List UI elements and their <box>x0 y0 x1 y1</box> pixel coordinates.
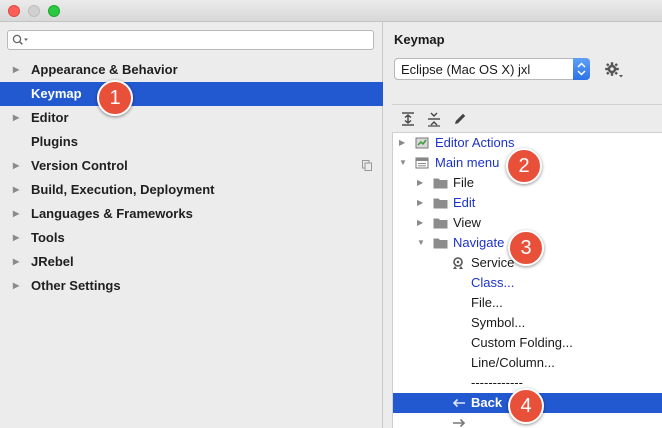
tree-row-label: Service <box>471 255 515 270</box>
sidebar-item-appearance-behavior[interactable]: ▶ Appearance & Behavior <box>0 58 383 82</box>
select-stepper-icon[interactable] <box>573 58 590 80</box>
sidebar-item-languages-frameworks[interactable]: ▶ Languages & Frameworks <box>0 202 383 226</box>
expand-arrow-icon[interactable]: ▶ <box>13 154 19 178</box>
callout-badge-1: 1 <box>97 80 133 116</box>
expand-arrow-icon[interactable]: ▶ <box>417 213 423 233</box>
sidebar-item-jrebel[interactable]: ▶ JRebel <box>0 250 383 274</box>
tree-row-symbol[interactable]: Symbol... <box>393 313 662 333</box>
keymap-select[interactable]: Eclipse (Mac OS X) jxl <box>394 58 590 80</box>
callout-badge-3: 3 <box>508 230 544 266</box>
tree-row-label: Main menu <box>435 155 500 170</box>
keymap-panel: Keymap Eclipse (Mac OS X) jxl ▶ Editor A… <box>384 22 662 428</box>
tree-row-label: Navigate <box>453 235 505 250</box>
sidebar-item-label: Tools <box>31 230 65 245</box>
tree-row-label: Line/Column... <box>471 355 555 370</box>
sidebar-item-plugins[interactable]: Plugins <box>0 130 383 154</box>
divider <box>392 104 662 105</box>
sidebar-item-label: Languages & Frameworks <box>31 206 193 221</box>
tree-row-label: View <box>453 215 481 230</box>
tree-row-label: Editor Actions <box>435 135 515 150</box>
tree-row-label: Custom Folding... <box>471 335 573 350</box>
service-icon <box>453 257 463 269</box>
sidebar-item-label: Appearance & Behavior <box>31 62 178 77</box>
sidebar-item-other-settings[interactable]: ▶ Other Settings <box>0 274 383 298</box>
back-arrow-icon <box>452 398 465 408</box>
folder-icon <box>433 218 448 229</box>
settings-search-input[interactable] <box>7 30 374 50</box>
zoom-window-button[interactable] <box>48 5 60 17</box>
tree-row-file[interactable]: File... <box>393 293 662 313</box>
search-icon <box>12 34 28 45</box>
sidebar-item-build-execution-deployment[interactable]: ▶ Build, Execution, Deployment <box>0 178 383 202</box>
expand-arrow-icon[interactable]: ▶ <box>13 178 19 202</box>
forward-arrow-icon <box>453 418 466 428</box>
tree-row-label: File... <box>471 295 503 310</box>
minimize-window-button[interactable] <box>28 5 40 17</box>
folder-icon <box>433 238 448 249</box>
sidebar-item-label: Build, Execution, Deployment <box>31 182 215 197</box>
tree-row-edit-menu[interactable]: ▶ Edit <box>393 193 662 213</box>
sidebar-item-version-control[interactable]: ▶ Version Control <box>0 154 383 178</box>
tree-row-label: Back <box>471 395 503 410</box>
tree-row-label: Symbol... <box>471 315 526 330</box>
expand-arrow-icon[interactable]: ▶ <box>13 250 19 274</box>
expand-arrow-icon[interactable]: ▶ <box>13 58 19 82</box>
callout-badge-2: 2 <box>506 148 542 184</box>
close-window-button[interactable] <box>8 5 20 17</box>
expand-arrow-icon[interactable]: ▶ <box>13 106 19 130</box>
tree-row-label: Edit <box>453 195 476 210</box>
keymap-select-value: Eclipse (Mac OS X) jxl <box>401 62 531 77</box>
settings-sidebar: ▶ Appearance & Behavior Keymap ▶ Editor … <box>0 22 383 428</box>
collapse-arrow-icon[interactable]: ▼ <box>399 153 407 173</box>
gear-icon[interactable] <box>604 61 624 79</box>
panel-title: Keymap <box>394 32 445 47</box>
collapse-all-icon[interactable] <box>426 111 442 127</box>
sidebar-item-keymap[interactable]: Keymap <box>0 82 383 106</box>
tree-row-label: Class... <box>471 275 515 290</box>
tree-row-custom-folding[interactable]: Custom Folding... <box>393 333 662 353</box>
folder-icon <box>433 178 448 189</box>
sidebar-item-editor[interactable]: ▶ Editor <box>0 106 383 130</box>
expand-arrow-icon[interactable]: ▶ <box>13 202 19 226</box>
project-settings-icon <box>362 160 372 171</box>
tree-row-class[interactable]: Class... <box>393 273 662 293</box>
expand-arrow-icon[interactable]: ▶ <box>417 173 423 193</box>
menu-icon <box>415 157 429 169</box>
folder-icon <box>433 198 448 209</box>
expand-arrow-icon[interactable]: ▶ <box>13 226 19 250</box>
sidebar-item-label: Editor <box>31 110 69 125</box>
sidebar-item-label: Version Control <box>31 158 128 173</box>
callout-badge-4: 4 <box>508 388 544 424</box>
expand-all-icon[interactable] <box>400 111 416 127</box>
sidebar-item-tools[interactable]: ▶ Tools <box>0 226 383 250</box>
sidebar-item-label: JRebel <box>31 254 74 269</box>
sidebar-item-label: Keymap <box>31 86 82 101</box>
tree-row-line-column[interactable]: Line/Column... <box>393 353 662 373</box>
edit-pencil-icon[interactable] <box>452 111 468 127</box>
editor-actions-icon <box>415 137 429 149</box>
expand-arrow-icon[interactable]: ▶ <box>399 133 405 153</box>
expand-arrow-icon[interactable]: ▶ <box>417 193 423 213</box>
sidebar-item-label: Plugins <box>31 134 78 149</box>
collapse-arrow-icon[interactable]: ▼ <box>417 233 425 253</box>
window-titlebar <box>0 0 662 22</box>
tree-row-label: File <box>453 175 474 190</box>
sidebar-item-label: Other Settings <box>31 278 121 293</box>
expand-arrow-icon[interactable]: ▶ <box>13 274 19 298</box>
